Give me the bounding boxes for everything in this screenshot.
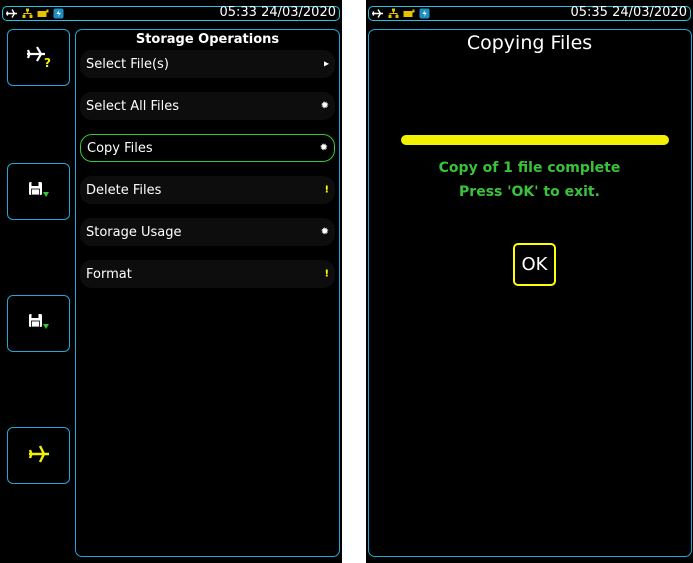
plane-question-icon: ? [24,44,54,72]
status-message: Copy of 1 file complete [438,160,621,176]
floppy-down-icon [28,312,50,336]
floppy-down-icon [28,180,50,204]
menu-item-label: Delete Files [86,182,162,198]
dialog-frame [368,29,692,557]
menu-item-label: Format [86,266,132,282]
storage-operations-menu: Storage Operations Select File(s) ▸ Select… [75,29,340,557]
plane-button[interactable] [7,427,70,484]
menu-item-marker: ✹ [319,142,328,154]
ok-button[interactable]: OK [513,243,556,286]
status-bar: 05:33 24/03/2020 [2,5,340,21]
status-time: 05:33 24/03/2020 [219,5,336,20]
plane-question-button[interactable]: ? [7,29,70,86]
menu-item[interactable]: Copy Files ✹ [80,134,335,162]
menu-item-label: Storage Usage [86,224,182,240]
menu-item-label: Select File(s) [86,56,169,72]
network-icon [22,4,33,23]
menu-item-marker: ! [324,268,329,280]
copy-progress-fill [401,135,669,145]
network-icon [388,4,399,23]
status-bar: 05:35 24/03/2020 [368,5,691,21]
menu-item-label: Copy Files [87,140,153,156]
instruction-message: Press 'OK' to exit. [459,184,600,200]
menu-item-marker: ✹ [320,226,329,238]
battery-icon [403,4,415,23]
menu-item[interactable]: Storage Usage ✹ [80,218,335,246]
svg-text:?: ? [44,56,51,68]
status-icons [371,7,430,20]
save-button-2[interactable] [7,295,70,352]
power-icon [53,4,64,23]
menu-item[interactable]: Select File(s) ▸ [80,50,335,78]
save-button-1[interactable] [7,163,70,220]
storage-operations-screen: 05:33 24/03/2020 ? Storage Operations Se… [0,0,342,563]
menu-item-marker: ✹ [320,100,329,112]
menu-item-label: Select All Files [86,98,180,114]
battery-icon [37,4,49,23]
plane-icon [27,443,51,469]
copying-files-screen: 05:35 24/03/2020 Copying Files Copy of 1… [366,0,693,563]
plane-icon [5,4,18,23]
menu-item[interactable]: Format! [80,260,335,288]
menu-item[interactable]: Select All Files ✹ [80,92,335,120]
menu-item-marker: ▸ [323,58,329,70]
status-icons [5,7,64,20]
power-icon [419,4,430,23]
dialog-title: Copying Files [466,32,593,54]
plane-icon [371,4,384,23]
copy-progress-bar [401,135,669,145]
menu-item-marker: ! [324,184,329,196]
menu-title: Storage Operations [135,32,280,47]
status-time: 05:35 24/03/2020 [570,5,687,20]
menu-item[interactable]: Delete Files! [80,176,335,204]
